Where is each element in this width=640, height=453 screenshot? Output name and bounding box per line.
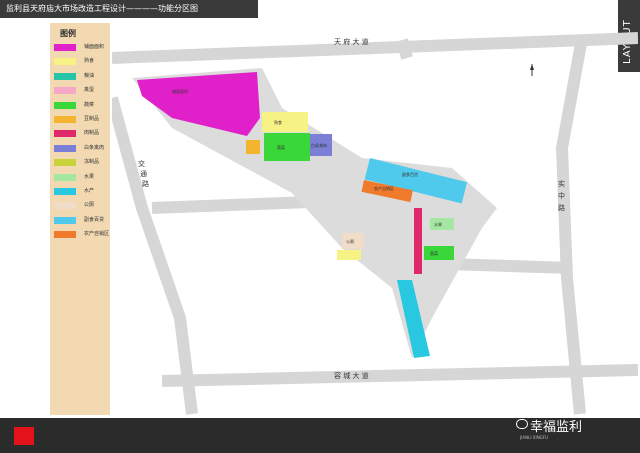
east-road bbox=[555, 36, 588, 415]
road-label-east-2: 中 bbox=[558, 191, 565, 200]
label-grocery: 副食百货 bbox=[402, 171, 418, 177]
legend-swatch bbox=[54, 72, 76, 80]
west-road bbox=[112, 96, 198, 415]
zone-deli-2 bbox=[337, 250, 361, 260]
legend-swatch bbox=[54, 159, 76, 167]
page-title: 监利县天府庙大市场改造工程设计————功能分区图 bbox=[0, 0, 258, 18]
south-road bbox=[161, 364, 638, 387]
label-poultry: 白条禽肉 bbox=[311, 142, 327, 148]
north-road bbox=[112, 32, 638, 64]
road-label-north: 天 府 大 道 bbox=[334, 37, 369, 46]
north-arrow-icon bbox=[530, 64, 534, 76]
legend-label: 白条禽肉 bbox=[84, 144, 105, 151]
zone-soy bbox=[246, 140, 260, 154]
zone-veg-1 bbox=[264, 133, 310, 161]
legend-label: 豆制品 bbox=[84, 116, 100, 122]
label-veg-1: 蔬菜 bbox=[277, 144, 285, 150]
road-label-west-1: 交 bbox=[138, 159, 145, 168]
legend-label: 粮油 bbox=[84, 72, 95, 79]
legend-label: 副食百货 bbox=[84, 216, 105, 223]
label-fruit: 水果 bbox=[434, 221, 442, 227]
legend-swatch bbox=[54, 87, 76, 95]
road-label-east-3: 路 bbox=[558, 203, 565, 212]
legend-swatch bbox=[54, 188, 76, 195]
legend-label: 冻制品 bbox=[84, 159, 100, 166]
legend-swatch bbox=[54, 130, 76, 138]
legend-label: 公厕 bbox=[84, 202, 95, 209]
zone-deli bbox=[262, 112, 308, 132]
legend-title: 图例 bbox=[60, 29, 76, 38]
road-label-east-1: 实 bbox=[558, 179, 565, 188]
chat-bubble-icon bbox=[516, 419, 528, 429]
road-label-south: 容 城 大 道 bbox=[334, 371, 369, 380]
legend-label: 铺面面积 bbox=[84, 44, 105, 50]
label-farm: 农产自销区 bbox=[374, 185, 394, 191]
legend-swatch bbox=[54, 231, 76, 239]
label-toilet: 公厕 bbox=[346, 238, 354, 244]
north-east-branch bbox=[396, 38, 413, 60]
legend-label: 熟食 bbox=[84, 58, 95, 65]
legend-label: 农产自销区 bbox=[84, 231, 110, 238]
legend-swatch bbox=[54, 144, 76, 152]
site-plan-map: 铺面面积 熟食 蔬菜 白条禽肉 副食百货 农产自销区 水果 蔬菜 公厕 天 府 … bbox=[112, 32, 638, 415]
zone-veg-2 bbox=[424, 246, 454, 260]
legend-label: 肉制品 bbox=[84, 130, 100, 137]
legend-swatch bbox=[54, 101, 76, 109]
label-deli: 熟食 bbox=[274, 119, 282, 125]
zone-meat bbox=[414, 208, 422, 274]
legend-swatch bbox=[54, 44, 76, 51]
legend-swatch bbox=[54, 173, 76, 181]
label-shop: 铺面面积 bbox=[172, 88, 188, 94]
label-veg-2: 蔬菜 bbox=[430, 250, 438, 256]
legend-label: 禽蛋 bbox=[84, 87, 95, 94]
watermark: 幸福监利 bbox=[530, 420, 583, 435]
legend-label: 蔬菜 bbox=[84, 101, 95, 108]
legend-swatch bbox=[54, 58, 76, 66]
brand-square bbox=[14, 427, 34, 445]
legend-swatch bbox=[54, 116, 76, 123]
legend-swatch bbox=[54, 216, 76, 224]
legend-label: 水产 bbox=[84, 188, 95, 194]
legend-label: 水果 bbox=[84, 173, 95, 180]
watermark-subtitle: JIANLI XINGFU bbox=[520, 435, 549, 440]
road-label-west-2: 通 bbox=[140, 169, 147, 178]
legend-swatch bbox=[54, 202, 76, 210]
road-label-west-3: 路 bbox=[142, 179, 149, 188]
